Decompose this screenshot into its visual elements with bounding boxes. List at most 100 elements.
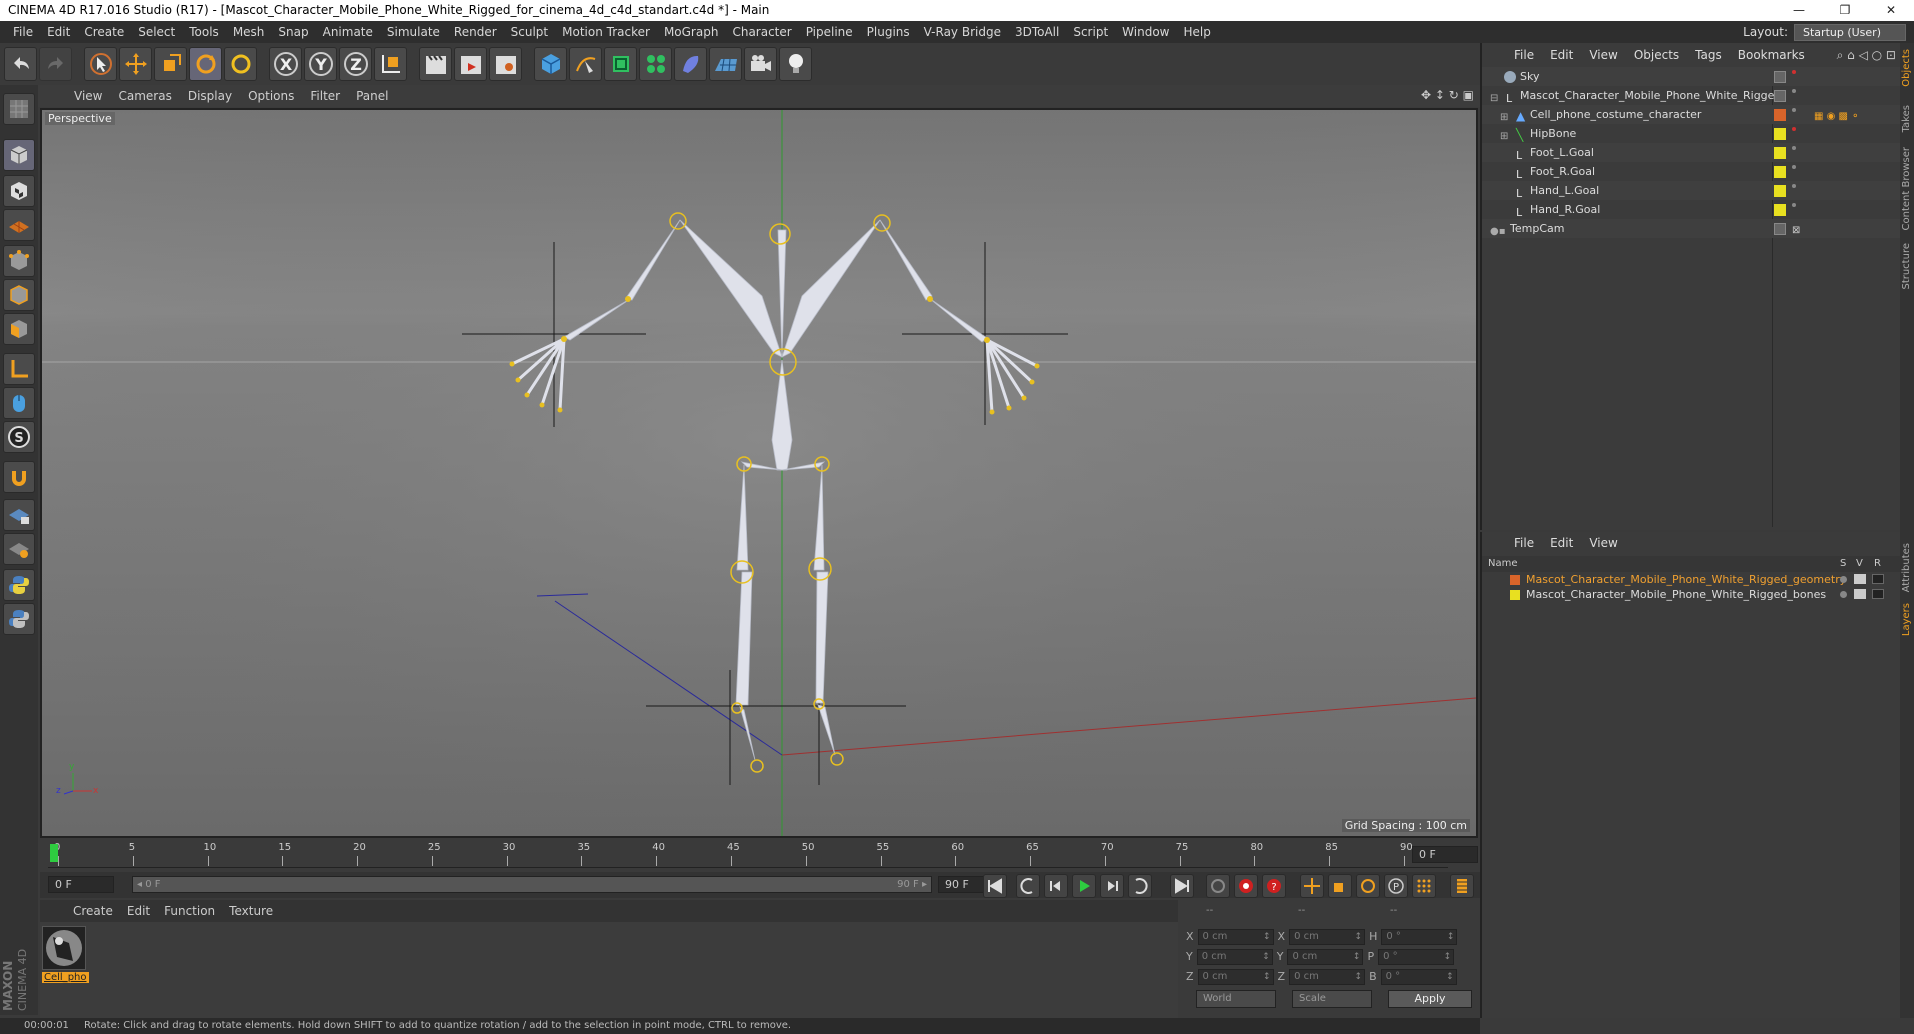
solo-toggle[interactable] — [1840, 591, 1847, 598]
viewport-menu-panel[interactable]: Panel — [348, 89, 396, 103]
object-row-foot-r-goal[interactable]: L Foot_R.Goal — [1482, 162, 1900, 181]
start-frame-field[interactable]: 0 F — [48, 876, 114, 893]
layer-row-bones[interactable]: Mascot_Character_Mobile_Phone_White_Rigg… — [1482, 587, 1902, 602]
position-x-field[interactable]: 0 cm — [1197, 928, 1274, 945]
menu-pipeline[interactable]: Pipeline — [799, 25, 860, 39]
points-mode-button[interactable] — [3, 245, 35, 277]
deformer-button[interactable] — [674, 47, 707, 81]
tab-attributes[interactable]: Attributes — [1901, 543, 1912, 592]
layer-swatch[interactable] — [1774, 109, 1786, 121]
tab-layers[interactable]: Layers — [1901, 603, 1912, 636]
viewport-menu-options[interactable]: Options — [240, 89, 302, 103]
prev-frame-button[interactable] — [1044, 874, 1068, 898]
material-name-label[interactable]: Cell_pho — [42, 972, 89, 983]
material-thumbnail[interactable] — [42, 926, 86, 970]
position-y-field[interactable]: 0 cm — [1196, 948, 1273, 965]
render-settings-button[interactable] — [489, 47, 522, 81]
goto-end-button[interactable] — [1170, 874, 1194, 898]
close-button[interactable]: ✕ — [1868, 0, 1914, 21]
object-menu-view[interactable]: View — [1581, 48, 1625, 62]
menu-file[interactable]: File — [6, 25, 40, 39]
layer-swatch[interactable] — [1774, 223, 1786, 235]
object-row-hand-r-goal[interactable]: L Hand_R.Goal — [1482, 200, 1900, 219]
menu-mesh[interactable]: Mesh — [226, 25, 272, 39]
layer-swatch[interactable] — [1774, 71, 1786, 83]
viewport-menu-cameras[interactable]: Cameras — [110, 89, 179, 103]
autokey-button[interactable] — [1234, 874, 1258, 898]
render-picture-viewer-button[interactable] — [454, 47, 487, 81]
menu-motion-tracker[interactable]: Motion Tracker — [555, 25, 657, 39]
edges-mode-button[interactable] — [3, 279, 35, 311]
viewport-nav-icons[interactable]: ✥ ↕ ↻ ▣ — [1421, 88, 1474, 102]
solo-button[interactable]: S — [3, 421, 35, 453]
next-key-button[interactable] — [1128, 874, 1152, 898]
python-script-button-1[interactable] — [3, 569, 35, 601]
viewport-menu-view[interactable]: View — [66, 89, 110, 103]
visibility-dot[interactable] — [1792, 89, 1796, 93]
render-view-button[interactable] — [419, 47, 452, 81]
record-keys-button[interactable] — [1206, 874, 1230, 898]
menu-vray-bridge[interactable]: V-Ray Bridge — [917, 25, 1008, 39]
key-rotation-button[interactable] — [1356, 874, 1380, 898]
menu-create[interactable]: Create — [77, 25, 131, 39]
y-axis-lock-button[interactable]: Y — [304, 47, 337, 81]
menu-snap[interactable]: Snap — [271, 25, 315, 39]
minimize-button[interactable]: — — [1776, 0, 1822, 21]
position-z-field[interactable]: 0 cm — [1197, 968, 1274, 985]
current-frame-field[interactable]: 0 F — [1412, 846, 1478, 863]
layer-row-geometry[interactable]: Mascot_Character_Mobile_Phone_White_Rigg… — [1482, 572, 1902, 587]
object-menu-file[interactable]: File — [1506, 48, 1542, 62]
cloner-button[interactable] — [639, 47, 672, 81]
viewport-menu-filter[interactable]: Filter — [302, 89, 348, 103]
prev-key-button[interactable] — [1016, 874, 1040, 898]
render-toggle[interactable] — [1872, 574, 1884, 584]
material-menu-texture[interactable]: Texture — [222, 904, 280, 918]
scale-tool-button[interactable] — [154, 47, 187, 81]
layer-swatch[interactable] — [1774, 90, 1786, 102]
object-row-cell-phone[interactable]: ⊞ ▲ Cell_phone_costume_character ▦ ◉ ▩ ⚬ — [1482, 105, 1900, 124]
menu-mograph[interactable]: MoGraph — [657, 25, 726, 39]
menu-script[interactable]: Script — [1066, 25, 1115, 39]
maximize-button[interactable]: ❐ — [1822, 0, 1868, 21]
tweak-mode-button[interactable] — [3, 387, 35, 419]
solo-toggle[interactable] — [1840, 576, 1847, 583]
goto-start-button[interactable] — [983, 874, 1007, 898]
menu-select[interactable]: Select — [131, 25, 182, 39]
material-menu-function[interactable]: Function — [157, 904, 222, 918]
subdivision-button[interactable] — [604, 47, 637, 81]
frame-range-slider[interactable]: ◂ 0 F 90 F ▸ — [132, 876, 932, 893]
playhead[interactable] — [50, 844, 58, 862]
layer-menu-view[interactable]: View — [1581, 536, 1625, 550]
layout-select[interactable]: Startup (User) — [1794, 23, 1906, 41]
layer-swatch[interactable] — [1774, 204, 1786, 216]
axis-mode-button[interactable] — [3, 353, 35, 385]
rotation-p-field[interactable]: 0 ° — [1378, 948, 1455, 965]
visibility-dot[interactable] — [1792, 127, 1796, 131]
menu-tools[interactable]: Tools — [182, 25, 226, 39]
key-position-button[interactable] — [1300, 874, 1324, 898]
snap-button[interactable] — [3, 461, 35, 493]
material-menu-create[interactable]: Create — [66, 904, 120, 918]
scale-dropdown[interactable]: Scale — [1292, 990, 1372, 1008]
python-script-button-2[interactable] — [3, 603, 35, 635]
layer-menu-file[interactable]: File — [1506, 536, 1542, 550]
object-row-hipbone[interactable]: ⊞ ╲ HipBone — [1482, 124, 1900, 143]
visibility-dot[interactable] — [1792, 165, 1796, 169]
camera-button[interactable] — [744, 47, 777, 81]
object-menu-bookmarks[interactable]: Bookmarks — [1730, 48, 1813, 62]
visibility-dot[interactable] — [1792, 203, 1796, 207]
z-axis-lock-button[interactable]: Z — [339, 47, 372, 81]
object-row-sky[interactable]: Sky — [1482, 67, 1900, 86]
grid-lock-button[interactable] — [3, 499, 35, 531]
camera-tag-icon[interactable]: ⊠ — [1792, 221, 1800, 240]
rotation-b-field[interactable]: 0 ° — [1380, 968, 1457, 985]
spline-pen-button[interactable] — [569, 47, 602, 81]
layer-swatch[interactable] — [1774, 166, 1786, 178]
layer-color-swatch[interactable] — [1510, 590, 1520, 600]
menu-sculpt[interactable]: Sculpt — [504, 25, 555, 39]
layer-swatch[interactable] — [1774, 128, 1786, 140]
size-x-field[interactable]: 0 cm — [1289, 928, 1366, 945]
object-row-mascot-rig[interactable]: ⊟ L Mascot_Character_Mobile_Phone_White_… — [1482, 86, 1900, 105]
tab-takes[interactable]: Takes — [1901, 105, 1912, 132]
visible-toggle[interactable] — [1854, 574, 1866, 584]
